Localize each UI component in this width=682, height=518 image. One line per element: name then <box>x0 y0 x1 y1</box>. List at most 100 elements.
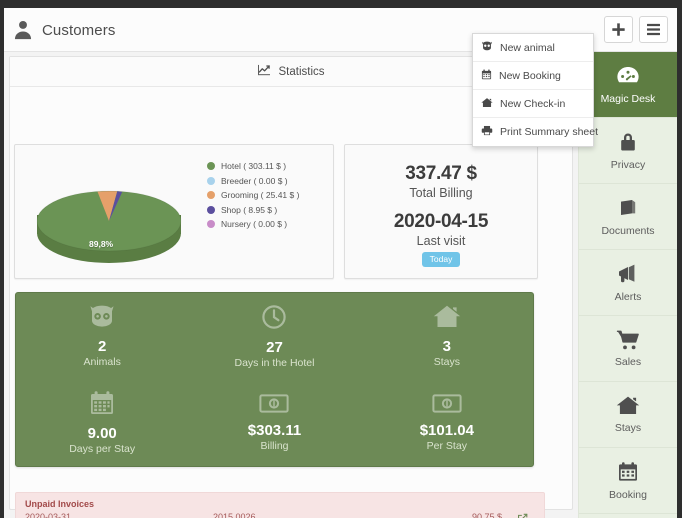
stat-per-stay: $101.04 Per Stay <box>361 380 533 467</box>
total-billing-value: 337.47 $ <box>405 163 477 184</box>
pie-chart-card: 89,8% Hotel ( 303.11 $ ) Breeder ( 0.00 … <box>14 144 334 279</box>
paw-icon <box>481 41 493 54</box>
calendar-icon <box>481 68 492 83</box>
stat-label: Stays <box>433 356 460 369</box>
stat-animals: 2 Animals <box>16 293 188 380</box>
megaphone-icon <box>616 263 640 285</box>
invoice-amount: 90.75 $ <box>471 512 502 518</box>
plus-icon <box>611 22 626 37</box>
menu-item-new-check-in[interactable]: New Check-in <box>473 90 593 118</box>
stat-label: Days per Stay <box>69 443 136 456</box>
billing-summary-card: 337.47 $ Total Billing 2020-04-15 Last v… <box>344 144 538 279</box>
legend-label: Shop ( 8.95 $ ) <box>221 204 278 215</box>
statistics-panel-title: Statistics <box>278 65 325 78</box>
sidebar-item-label: Magic Desk <box>600 92 656 105</box>
stat-value: 3 <box>442 338 451 356</box>
stat-billing: $303.11 Billing <box>188 380 360 467</box>
total-billing-label: Total Billing <box>409 186 473 200</box>
sidebar-item-sales[interactable]: Sales <box>579 316 677 382</box>
legend-item: Shop ( 8.95 $ ) <box>207 203 299 218</box>
window-frame-right <box>677 8 682 518</box>
sidebar-item-label: Documents <box>601 224 655 237</box>
stats-summary-panel: 2 Animals 27 Days in the Hotel 3 Stays 9… <box>15 292 534 467</box>
clock-icon <box>261 304 287 335</box>
stat-label: Animals <box>83 355 121 368</box>
home-icon <box>481 97 493 111</box>
sidebar-item-label: Booking <box>609 488 647 501</box>
calendar-icon <box>617 461 639 483</box>
total-billing-block: 337.47 $ Total Billing <box>345 163 537 200</box>
printer-icon <box>481 125 493 139</box>
menu-item-label: New Booking <box>499 69 561 82</box>
money-icon <box>432 394 462 418</box>
sidebar-item-label: Alerts <box>614 290 642 303</box>
unpaid-invoices-panel: Unpaid Invoices 2020-03-31 2015.0026 90.… <box>15 492 545 518</box>
sidebar-item-stays[interactable]: Stays <box>579 382 677 448</box>
stat-label: Per Stay <box>426 439 467 452</box>
cart-icon <box>616 329 640 350</box>
last-visit-block: 2020-04-15 Last visit Today <box>345 211 537 267</box>
unpaid-invoices-title: Unpaid Invoices <box>25 499 95 509</box>
legend-color-swatch <box>207 176 215 185</box>
cards-row: 89,8% Hotel ( 303.11 $ ) Breeder ( 0.00 … <box>14 144 538 279</box>
external-link-icon[interactable] <box>517 511 528 518</box>
sidebar-item-label: Sales <box>614 356 642 368</box>
book-icon <box>617 197 639 219</box>
legend-item: Nursery ( 0.00 $ ) <box>207 217 299 232</box>
legend-label: Hotel ( 303.11 $ ) <box>221 161 287 172</box>
chart-line-icon <box>257 64 271 79</box>
sidebar-item-label: Stays <box>614 422 642 434</box>
sidebar-item-booking[interactable]: Booking <box>579 448 677 514</box>
menu-item-label: Print Summary sheet <box>500 126 599 138</box>
invoice-date: 2020-03-31 <box>25 512 72 518</box>
lock-icon <box>618 131 638 153</box>
stat-label: Days in the Hotel <box>234 356 315 369</box>
stat-label: Billing <box>260 439 289 452</box>
legend-color-swatch <box>207 220 215 229</box>
stat-value: $303.11 <box>247 421 302 439</box>
stat-days-per-stay: 9.00 Days per Stay <box>16 380 188 467</box>
pie-chart-legend: Hotel ( 303.11 $ ) Breeder ( 0.00 $ ) Gr… <box>207 159 299 232</box>
last-visit-label: Last visit <box>416 234 466 248</box>
stat-value: 27 <box>266 338 283 356</box>
stats-row: 9.00 Days per Stay $303.11 Billing $101.… <box>16 380 533 467</box>
last-visit-value: 2020-04-15 <box>393 211 489 232</box>
home-icon <box>433 304 461 334</box>
paw-icon <box>87 305 117 334</box>
menu-item-label: New Check-in <box>500 97 566 110</box>
menu-item-label: New animal <box>500 41 555 54</box>
pie-chart: 89,8% <box>21 153 201 271</box>
menu-item-print-summary-sheet[interactable]: Print Summary sheet <box>473 118 598 146</box>
legend-label: Nursery ( 0.00 $ ) <box>221 219 288 230</box>
legend-color-swatch <box>207 162 215 171</box>
page-title-group: Customers <box>12 19 115 41</box>
sidebar-item-label: Privacy <box>610 158 646 171</box>
legend-color-swatch <box>207 205 215 214</box>
application-window: Customers Magic Desk Privacy Documents A… <box>0 0 682 518</box>
sidebar-item-alerts[interactable]: Alerts <box>579 250 677 316</box>
user-icon <box>12 19 34 41</box>
sidebar-item-documents[interactable]: Documents <box>579 184 677 250</box>
window-titlebar <box>0 0 682 8</box>
stat-value: 2 <box>97 337 107 355</box>
new-item-dropdown-menu: New animal New Booking New Check-in Prin… <box>472 33 598 147</box>
legend-item: Breeder ( 0.00 $ ) <box>207 174 299 189</box>
home-icon <box>616 395 640 416</box>
legend-item: Hotel ( 303.11 $ ) <box>207 159 299 174</box>
dashboard-icon <box>616 65 640 87</box>
menu-item-new-animal[interactable]: New animal <box>473 34 593 62</box>
menu-button[interactable] <box>639 16 668 43</box>
hamburger-icon <box>646 23 661 36</box>
page-title: Customers <box>42 21 116 39</box>
stat-days-in-hotel: 27 Days in the Hotel <box>188 293 360 380</box>
legend-label: Breeder ( 0.00 $ ) <box>221 175 288 186</box>
add-button[interactable] <box>604 16 633 43</box>
stat-value: $101.04 <box>419 421 474 439</box>
status-badge: Today <box>421 252 461 267</box>
stat-value: 9.00 <box>87 425 117 443</box>
menu-item-new-booking[interactable]: New Booking <box>473 62 593 90</box>
stats-row: 2 Animals 27 Days in the Hotel 3 Stays <box>16 293 533 380</box>
invoice-number: 2015.0026 <box>213 512 256 518</box>
legend-label: Grooming ( 25.41 $ ) <box>221 190 300 201</box>
calendar-icon <box>89 390 115 421</box>
